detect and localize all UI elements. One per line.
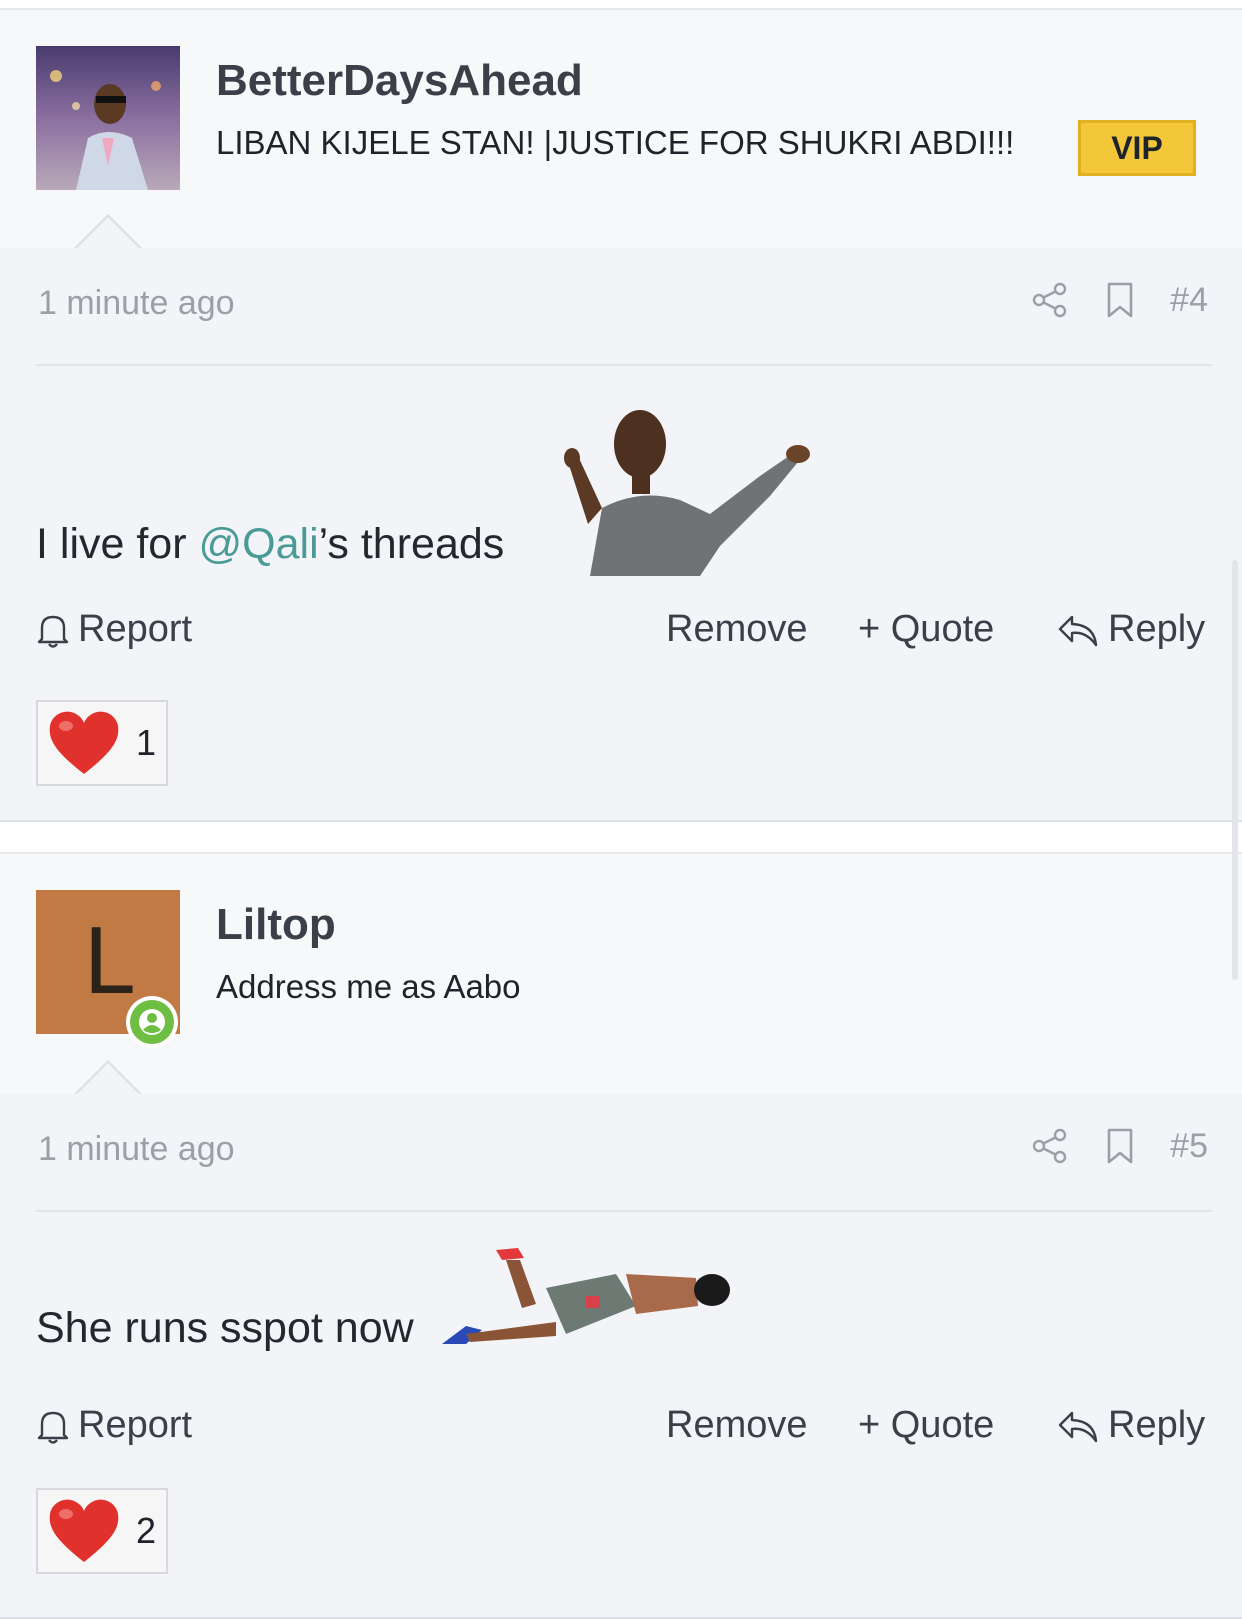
content-text: I live for [36, 520, 199, 568]
report-button[interactable]: Report [36, 1404, 192, 1447]
header-pointer [74, 1060, 142, 1095]
report-button[interactable]: Report [36, 608, 192, 651]
remove-button[interactable]: Remove [666, 608, 808, 651]
bookmark-icon[interactable] [1100, 280, 1140, 320]
divider [36, 1210, 1212, 1212]
user-title: Address me as Aabo [216, 968, 521, 1005]
share-icon[interactable] [1030, 1126, 1070, 1166]
post-actions: Report Remove + Quote Reply [0, 608, 1242, 658]
post-header: L Liltop Address me as Aabo [0, 852, 1242, 1096]
remove-label: Remove [666, 608, 808, 650]
post-meta: #5 [1030, 1126, 1208, 1166]
divider [36, 364, 1212, 366]
user-title: LIBAN KIJELE STAN! |JUSTICE FOR SHUKRI A… [216, 124, 1015, 161]
reply-arrow-icon [1058, 1411, 1098, 1442]
post-content: She runs sspot now [36, 1304, 414, 1352]
quote-label: + Quote [858, 608, 995, 650]
avatar[interactable]: L [36, 890, 180, 1048]
remove-button[interactable]: Remove [666, 1404, 808, 1447]
online-user-icon [139, 1009, 165, 1035]
avatar-photo [36, 46, 180, 190]
content-text-end: ’s threads [318, 520, 505, 568]
user-mention[interactable]: @Qali [199, 520, 319, 568]
bookmark-icon[interactable] [1100, 1126, 1140, 1166]
quote-button[interactable]: + Quote [858, 1404, 994, 1447]
vip-badge: VIP [1078, 120, 1196, 176]
reply-label: Reply [1108, 1404, 1206, 1446]
bell-icon [37, 615, 69, 648]
remove-label: Remove [666, 1404, 808, 1446]
avatar[interactable] [36, 46, 180, 190]
post-number[interactable]: #5 [1170, 1127, 1208, 1166]
share-icon[interactable] [1030, 280, 1070, 320]
reply-button[interactable]: Reply [1056, 1404, 1205, 1447]
timestamp[interactable]: 1 minute ago [38, 1130, 235, 1169]
quote-label: + Quote [858, 1404, 995, 1446]
report-label: Report [78, 1404, 193, 1446]
reply-arrow-icon [1058, 615, 1098, 646]
heart-icon [49, 711, 119, 774]
bell-icon [37, 1411, 69, 1444]
username[interactable]: Liltop [216, 900, 336, 950]
timestamp[interactable]: 1 minute ago [38, 284, 235, 323]
post-content: I live for @Qali’s threads [36, 520, 504, 569]
username[interactable]: BetterDaysAhead [216, 56, 583, 106]
post-number[interactable]: #4 [1170, 281, 1208, 320]
reaction-summary[interactable]: 2 [36, 1488, 168, 1574]
header-pointer [74, 214, 142, 249]
reaction-summary[interactable]: 1 [36, 700, 168, 786]
post-meta: #4 [1030, 280, 1208, 320]
praising-man-sticker [564, 410, 810, 576]
fallen-boxer-sticker [442, 1248, 730, 1344]
reply-label: Reply [1108, 608, 1206, 650]
quote-button[interactable]: + Quote [858, 608, 994, 651]
post-header: BetterDaysAhead LIBAN KIJELE STAN! |JUST… [0, 8, 1242, 250]
post-body: 1 minute ago #5 She runs sspot now Repor… [0, 1094, 1242, 1619]
post-body: 1 minute ago #4 I live for @Qali’s threa… [0, 248, 1242, 822]
post-actions: Report Remove + Quote Reply [0, 1404, 1242, 1454]
report-label: Report [78, 608, 193, 650]
reaction-count: 2 [136, 1510, 157, 1551]
heart-icon [49, 1499, 119, 1562]
online-badge [126, 996, 178, 1048]
reaction-count: 1 [136, 722, 157, 763]
scrollbar[interactable] [1232, 560, 1238, 980]
reply-button[interactable]: Reply [1056, 608, 1205, 651]
